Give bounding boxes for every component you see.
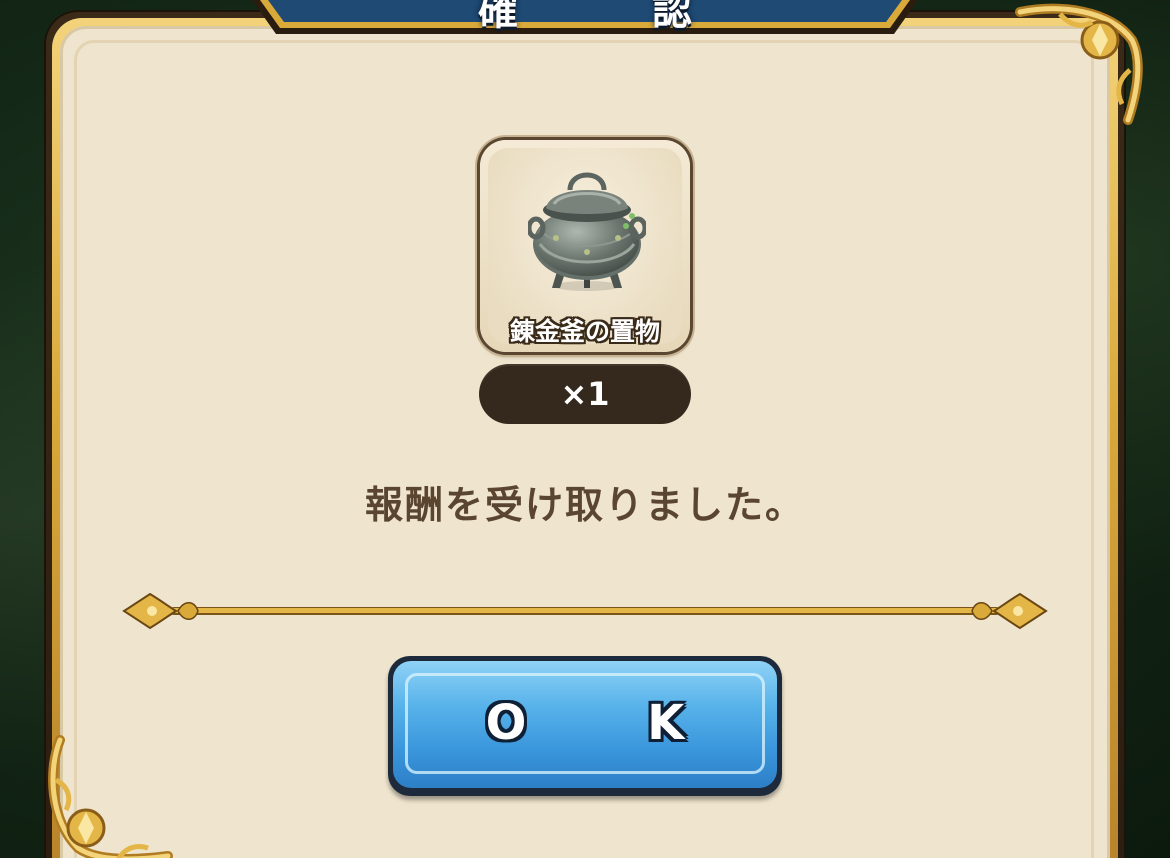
item-name: 錬金釜の置物 — [509, 317, 660, 346]
ok-button[interactable]: O K — [388, 656, 782, 796]
reward-item-card: 錬金釜の置物 — [480, 140, 690, 352]
corner-ornament-bottom-left-icon — [48, 735, 173, 858]
ok-button-label: O K — [485, 695, 737, 751]
item-quantity-badge: ×1 — [479, 364, 691, 424]
reward-message: 報酬を受け取りました。 — [364, 483, 805, 527]
dialog-title: 確 認 — [478, 0, 752, 34]
ok-button-face: O K — [393, 661, 777, 788]
cauldron-icon — [528, 172, 646, 291]
ornamental-divider — [122, 592, 1048, 630]
